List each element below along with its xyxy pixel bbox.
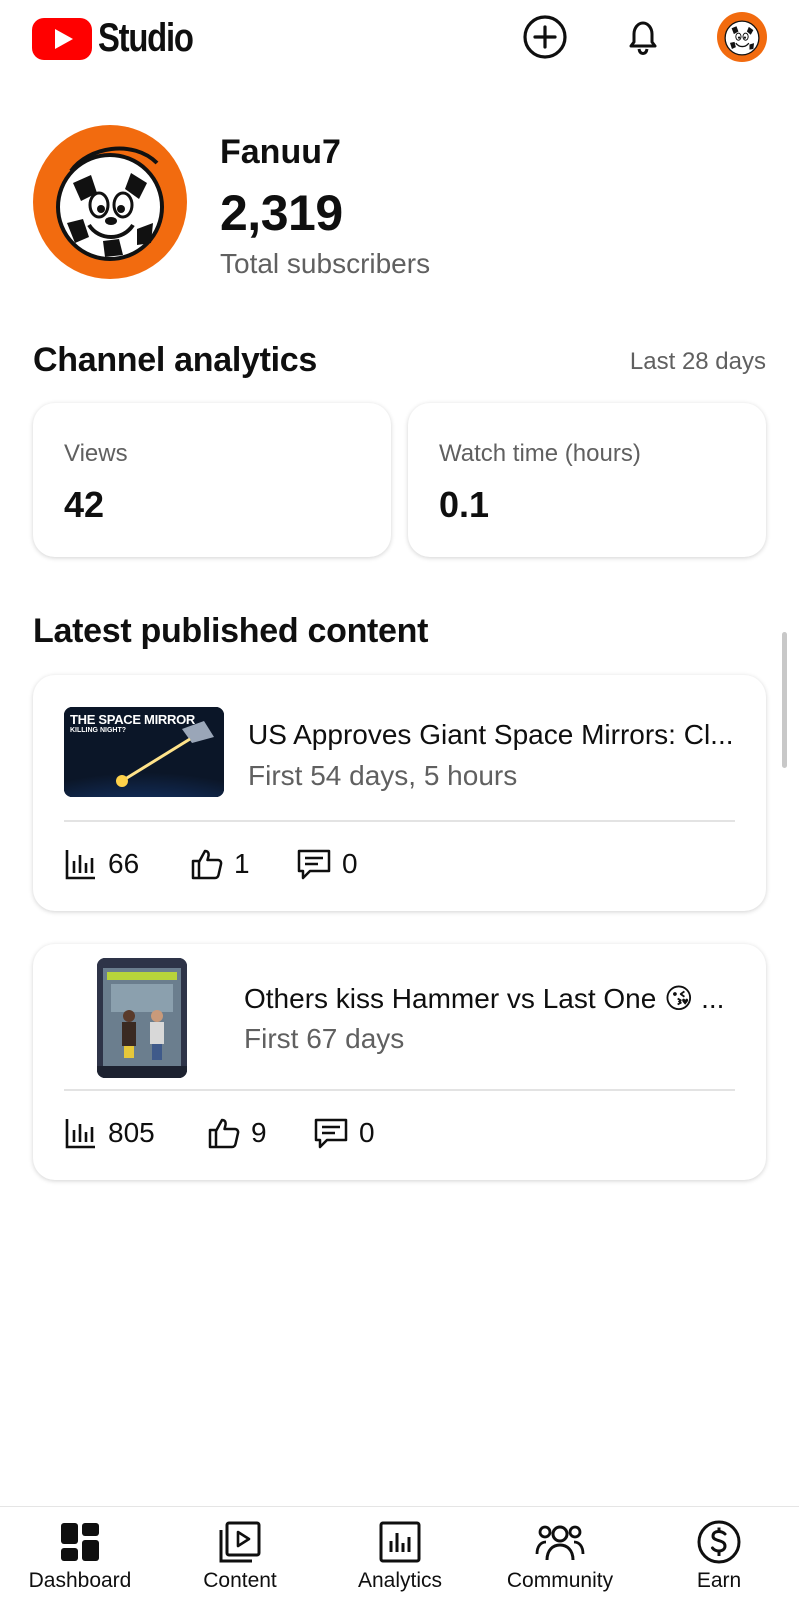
nav-label: Earn [696, 1569, 742, 1592]
comments-metric: 0 [296, 847, 358, 881]
views-count: 805 [108, 1117, 155, 1148]
notifications-bell-icon [629, 21, 657, 56]
create-plus-icon [523, 15, 567, 59]
earn-icon [697, 1520, 741, 1564]
mascot-avatar-icon [56, 146, 164, 261]
likes-metric: 9 [207, 1116, 267, 1150]
thumbnail-title: THE SPACE MIRROR [70, 712, 195, 727]
comments-metric: 0 [313, 1116, 375, 1150]
divider [64, 1089, 735, 1091]
content-icon [219, 1521, 261, 1563]
comments-count: 0 [342, 848, 358, 879]
top-app-bar: Studio [0, 0, 799, 76]
likes-metric: 1 [190, 847, 250, 881]
subscriber-label: Total subscribers [220, 248, 431, 279]
analytics-range: Last 28 days [629, 348, 766, 375]
thumbs-up-icon [208, 1118, 240, 1149]
nav-content[interactable]: Content [160, 1507, 320, 1600]
scrollbar[interactable] [782, 632, 787, 768]
comment-icon [297, 849, 331, 880]
comments-count: 0 [359, 1117, 375, 1148]
watch-time-card[interactable]: Watch time (hours) 0.1 [408, 403, 766, 557]
bar-chart-icon [65, 1119, 95, 1149]
thumbnail-subtitle: KILLING NIGHT? [70, 727, 126, 734]
views-count: 66 [108, 848, 140, 879]
stat-label: Watch time (hours) [439, 440, 641, 467]
notifications-button[interactable] [620, 14, 666, 60]
subscriber-count: 2,319 [220, 185, 343, 241]
views-card[interactable]: Views 42 [33, 403, 391, 557]
likes-count: 1 [234, 848, 250, 879]
content-card[interactable]: THE SPACE MIRROR KILLING NIGHT? US Appro… [33, 675, 766, 911]
video-title: US Approves Giant Space Mirrors: Cl... [248, 719, 734, 750]
analytics-icon [379, 1521, 421, 1563]
stat-value: 0.1 [439, 484, 490, 525]
likes-count: 9 [251, 1117, 267, 1148]
channel-analytics-title: Channel analytics [33, 341, 317, 379]
channel-avatar[interactable] [33, 125, 187, 279]
logo-text: Studio [98, 16, 194, 60]
nav-dashboard[interactable]: Dashboard [0, 1507, 160, 1600]
channel-name: Fanuu7 [220, 133, 341, 171]
stat-label: Views [64, 440, 128, 467]
video-performance-window: First 67 days [244, 1023, 405, 1054]
views-metric: 66 [64, 847, 139, 881]
youtube-play-icon [32, 17, 92, 60]
video-title: Others kiss Hammer vs Last One 😘 ... [244, 983, 725, 1014]
dashboard-icon [61, 1523, 99, 1561]
divider [64, 820, 735, 822]
nav-label: Content [203, 1569, 277, 1592]
youtube-studio-logo[interactable]: Studio [32, 16, 213, 61]
nav-label: Analytics [357, 1569, 443, 1592]
mascot-avatar-icon [724, 20, 760, 56]
nav-label: Community [506, 1569, 614, 1592]
nav-label: Dashboard [28, 1569, 132, 1592]
latest-content-title: Latest published content [33, 612, 429, 650]
create-button[interactable] [522, 14, 568, 60]
bar-chart-icon [65, 850, 95, 880]
content-card[interactable]: Others kiss Hammer vs Last One 😘 ... Fir… [33, 944, 766, 1180]
views-metric: 805 [64, 1116, 155, 1150]
video-thumbnail [97, 958, 187, 1078]
nav-earn[interactable]: Earn [639, 1507, 799, 1600]
thumbs-up-icon [191, 849, 223, 880]
nav-analytics[interactable]: Analytics [320, 1507, 480, 1600]
thumbnail-art [97, 958, 187, 1078]
stat-value: 42 [64, 484, 105, 525]
comment-icon [314, 1118, 348, 1149]
account-avatar[interactable] [717, 12, 767, 62]
video-performance-window: First 54 days, 5 hours [248, 760, 518, 791]
video-thumbnail: THE SPACE MIRROR KILLING NIGHT? [64, 707, 224, 797]
community-icon [535, 1525, 585, 1561]
bottom-navigation: Dashboard Content Analytics Community Ea… [0, 1506, 799, 1600]
nav-community[interactable]: Community [480, 1507, 640, 1600]
